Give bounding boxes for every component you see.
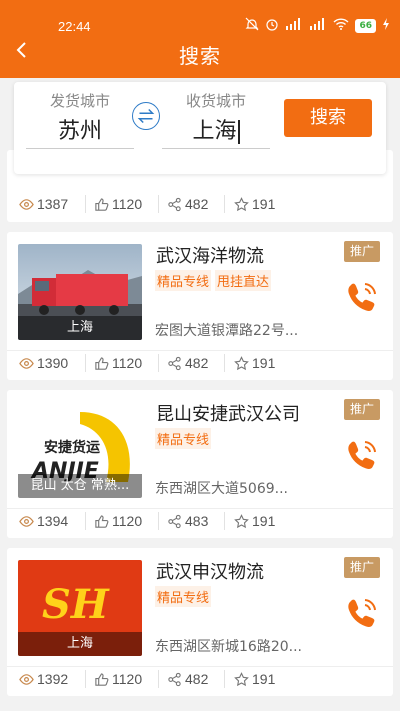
origin-city-field[interactable]: 发货城市 苏州 <box>26 90 134 149</box>
search-panel: 发货城市 苏州 收货城市 上海 搜索 <box>14 82 386 174</box>
list-item[interactable]: SH 上海 武汉申汉物流 精品专线 东西湖区新城16路20... 推广 1392… <box>7 548 393 696</box>
eye-icon <box>19 673 34 685</box>
favorite-count[interactable]: 191 <box>234 355 275 371</box>
thumbs-up-icon <box>95 514 109 528</box>
share-icon <box>168 356 181 370</box>
divider <box>224 670 225 688</box>
divider <box>85 512 86 530</box>
like-count[interactable]: 1120 <box>94 671 142 687</box>
eye-icon <box>19 515 34 527</box>
logo-brand: SH <box>42 581 110 628</box>
phone-call-icon[interactable] <box>345 438 379 472</box>
company-thumbnail: SH 上海 <box>18 560 142 656</box>
service-tag: 精品专线 <box>155 270 212 291</box>
view-count: 1390 <box>19 355 68 371</box>
company-address: 东西湖区新城16路20... <box>155 639 302 655</box>
text-cursor <box>237 120 240 144</box>
like-count[interactable]: 1120 <box>94 196 142 212</box>
company-name: 武汉海洋物流 <box>156 246 264 267</box>
logo-text: 安捷货运 <box>44 439 100 456</box>
company-thumbnail: 上海 <box>18 244 142 340</box>
list-item[interactable]: 上海 武汉海洋物流 精品专线 甩挂直达 宏图大道银潭路22号... 推广 139… <box>7 232 393 380</box>
divider <box>158 512 159 530</box>
list-item[interactable]: 安捷货运 ANJIE 昆山 太仓 常熟... 昆山安捷武汉公司 精品专线 东西湖… <box>7 390 393 538</box>
divider <box>224 195 225 213</box>
destination-city-field[interactable]: 收货城市 上海 <box>162 90 270 149</box>
promo-badge: 推广 <box>344 399 380 420</box>
like-count[interactable]: 1120 <box>94 513 142 529</box>
divider <box>85 354 86 372</box>
search-button[interactable]: 搜索 <box>284 99 372 137</box>
divider <box>85 670 86 688</box>
share-icon <box>168 197 181 211</box>
view-count: 1387 <box>19 196 68 212</box>
favorite-count[interactable]: 191 <box>234 513 275 529</box>
share-count[interactable]: 482 <box>167 196 208 212</box>
thumbnail-city-label: 昆山 太仓 常熟... <box>18 474 142 498</box>
thumbnail-city-label: 上海 <box>18 632 142 656</box>
star-icon <box>234 513 249 528</box>
share-icon <box>168 672 181 686</box>
thumbs-up-icon <box>95 672 109 686</box>
company-name: 昆山安捷武汉公司 <box>156 404 300 425</box>
view-count: 1392 <box>19 671 68 687</box>
divider <box>224 354 225 372</box>
view-count: 1394 <box>19 513 68 529</box>
origin-city-label: 发货城市 <box>49 92 110 110</box>
star-icon <box>234 355 249 370</box>
swap-cities-icon[interactable] <box>132 102 160 130</box>
star-icon <box>234 196 249 211</box>
company-name: 武汉申汉物流 <box>156 562 264 583</box>
divider <box>158 354 159 372</box>
company-thumbnail: 安捷货运 ANJIE 昆山 太仓 常熟... <box>18 402 142 498</box>
stats-row: 1390 1120 482 191 <box>7 345 393 381</box>
divider <box>158 195 159 213</box>
service-tag: 精品专线 <box>155 586 212 607</box>
like-count[interactable]: 1120 <box>94 355 142 371</box>
star-icon <box>234 671 249 686</box>
origin-city-input[interactable]: 苏州 <box>26 115 134 149</box>
phone-call-icon[interactable] <box>345 596 379 630</box>
favorite-count[interactable]: 191 <box>234 671 275 687</box>
stats-row: 1394 1120 483 191 <box>7 503 393 539</box>
thumbs-up-icon <box>95 356 109 370</box>
phone-call-icon[interactable] <box>345 280 379 314</box>
promo-badge: 推广 <box>344 241 380 262</box>
divider <box>85 195 86 213</box>
share-count[interactable]: 482 <box>167 671 208 687</box>
stats-row: 1387 1120 482 191 <box>7 186 393 222</box>
share-count[interactable]: 482 <box>167 355 208 371</box>
share-icon <box>168 514 181 528</box>
service-tags: 精品专线 <box>155 586 212 607</box>
service-tag: 精品专线 <box>155 428 212 449</box>
eye-icon <box>19 198 34 210</box>
service-tag: 甩挂直达 <box>215 270 272 291</box>
thumbs-up-icon <box>95 197 109 211</box>
favorite-count[interactable]: 191 <box>234 196 275 212</box>
share-count[interactable]: 483 <box>167 513 208 529</box>
destination-city-input[interactable]: 上海 <box>162 115 270 149</box>
divider <box>158 670 159 688</box>
promo-badge: 推广 <box>344 557 380 578</box>
company-address: 东西湖区大道5069... <box>155 481 288 497</box>
service-tags: 精品专线 甩挂直达 <box>155 270 272 291</box>
divider <box>224 512 225 530</box>
service-tags: 精品专线 <box>155 428 212 449</box>
eye-icon <box>19 357 34 369</box>
company-address: 宏图大道银潭路22号... <box>155 323 299 339</box>
stats-row: 1392 1120 482 191 <box>7 661 393 697</box>
thumbnail-city-label: 上海 <box>18 316 142 340</box>
destination-city-label: 收货城市 <box>185 92 246 110</box>
